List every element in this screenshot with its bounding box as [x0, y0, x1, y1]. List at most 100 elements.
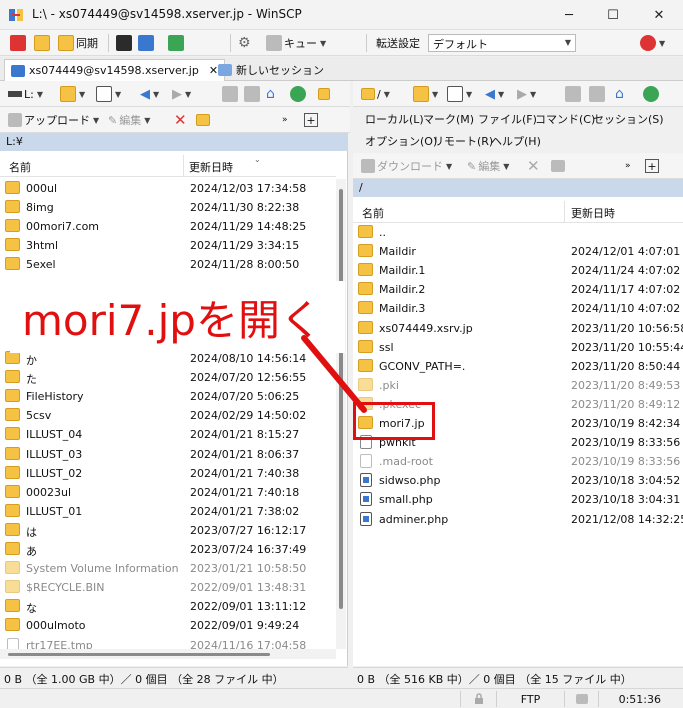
- list-item[interactable]: ILLUST_02 2024/01/21 7:40:38: [0, 464, 336, 483]
- maximize-button[interactable]: ☐: [591, 0, 635, 30]
- list-item[interactable]: $RECYCLE.BIN 2022/09/01 13:48:31: [0, 578, 336, 597]
- right-more-button[interactable]: »: [625, 157, 631, 175]
- list-item[interactable]: ILLUST_03 2024/01/21 8:06:37: [0, 445, 336, 464]
- file-modified: 2023/10/18 3:04:52: [571, 474, 681, 488]
- list-item[interactable]: は 2023/07/27 16:12:17: [0, 521, 336, 540]
- right-home-button[interactable]: ⌂: [615, 85, 624, 103]
- list-item[interactable]: 5exel 2024/11/28 8:00:50: [0, 255, 336, 274]
- left-root-dir-button[interactable]: [244, 85, 260, 103]
- right-delete-button[interactable]: ✕: [527, 157, 540, 175]
- list-item[interactable]: 000ul 2024/12/03 17:34:58: [0, 179, 336, 198]
- list-item[interactable]: GCONV_PATH=. 2023/11/20 8:50:44: [353, 357, 683, 376]
- list-item[interactable]: た 2024/07/20 12:56:55: [0, 368, 336, 387]
- left-hscroll-thumb[interactable]: [8, 653, 270, 656]
- sync-browse-button[interactable]: [34, 34, 50, 52]
- list-item[interactable]: あ 2023/07/24 16:37:49: [0, 540, 336, 559]
- left-open-folder-button[interactable]: ▼: [60, 85, 85, 103]
- list-item[interactable]: FileHistory 2024/07/20 5:06:25: [0, 387, 336, 406]
- close-button[interactable]: ✕: [637, 0, 681, 30]
- right-root-dir-button[interactable]: [589, 85, 605, 103]
- folder-icon: [5, 465, 20, 479]
- list-item[interactable]: な 2022/09/01 13:11:12: [0, 597, 336, 616]
- site-manager-button[interactable]: [168, 34, 184, 52]
- tab-session[interactable]: xs074449@sv14598.xserver.jp ✕: [4, 59, 226, 81]
- putty-button[interactable]: [138, 34, 154, 52]
- right-new-button[interactable]: +: [645, 157, 659, 175]
- left-filter-button[interactable]: ▼: [96, 85, 121, 103]
- list-item[interactable]: 5csv 2024/02/29 14:50:02: [0, 406, 336, 425]
- list-item[interactable]: adminer.php 2021/12/08 14:32:25: [353, 510, 683, 529]
- left-col-name[interactable]: 名前: [9, 159, 31, 175]
- left-rename-button[interactable]: [196, 111, 210, 129]
- minimize-button[interactable]: ─: [547, 0, 591, 30]
- transfer-preset-select[interactable]: デフォルト ▼: [428, 34, 576, 52]
- left-edit-button[interactable]: ✎ 編集 ▼: [108, 111, 150, 129]
- right-back-button[interactable]: ◀ ▼: [485, 85, 504, 103]
- file-modified: 2024/01/21 7:40:18: [190, 485, 300, 499]
- left-hscroll[interactable]: [0, 649, 336, 659]
- list-item[interactable]: sidwso.php 2023/10/18 3:04:52: [353, 471, 683, 490]
- left-back-button[interactable]: ◀ ▼: [140, 85, 159, 103]
- left-refresh-button[interactable]: [290, 85, 306, 103]
- list-item[interactable]: 8img 2024/11/30 8:22:38: [0, 198, 336, 217]
- left-tree-button[interactable]: [318, 85, 330, 103]
- list-item[interactable]: 3html 2024/11/29 3:34:15: [0, 236, 336, 255]
- download-button[interactable]: ダウンロード ▼: [361, 157, 452, 175]
- tab-new-session-label: 新しいセッション: [236, 64, 324, 77]
- menu-file[interactable]: ファイル(F): [478, 111, 537, 127]
- list-item[interactable]: Maildir 2024/12/01 4:07:01: [353, 242, 683, 261]
- left-parent-dir-button[interactable]: [222, 85, 238, 103]
- right-filter-button[interactable]: ▼: [447, 85, 472, 103]
- right-refresh-button[interactable]: [643, 85, 659, 103]
- right-edit-button[interactable]: ✎ 編集 ▼: [467, 157, 509, 175]
- list-item[interactable]: small.php 2023/10/18 3:04:31: [353, 490, 683, 509]
- list-item[interactable]: 000ulmoto 2022/09/01 9:49:24: [0, 616, 336, 635]
- right-parent-dir-button[interactable]: [565, 85, 581, 103]
- list-item[interactable]: System Volume Information 2023/01/21 10:5…: [0, 559, 336, 578]
- list-item[interactable]: ILLUST_04 2024/01/21 8:15:27: [0, 425, 336, 444]
- right-col-modified[interactable]: 更新日時: [571, 205, 615, 221]
- synchronize-button[interactable]: 同期: [58, 34, 98, 52]
- list-item[interactable]: Maildir.3 2024/11/10 4:07:02: [353, 299, 683, 318]
- right-forward-button[interactable]: ▶ ▼: [517, 85, 536, 103]
- list-item[interactable]: .mad-root 2023/10/19 8:33:56: [353, 452, 683, 471]
- menu-options[interactable]: オプション(O): [365, 133, 437, 149]
- list-item[interactable]: Maildir.2 2024/11/17 4:07:02: [353, 280, 683, 299]
- download-icon: [361, 159, 375, 173]
- list-item[interactable]: 00mori7.com 2024/11/29 14:48:25: [0, 217, 336, 236]
- left-col-modified[interactable]: 更新日時: [189, 159, 233, 175]
- menu-help[interactable]: ヘルプ(H): [491, 133, 541, 149]
- list-item[interactable]: rtr17EE.tmp 2024/11/16 17:04:58: [0, 636, 336, 649]
- menu-command[interactable]: コマンド(C): [535, 111, 595, 127]
- upload-button[interactable]: アップロード ▼: [8, 111, 99, 129]
- list-item[interactable]: Maildir.1 2024/11/24 4:07:02: [353, 261, 683, 280]
- file-name: GCONV_PATH=.: [379, 359, 466, 373]
- menu-session[interactable]: セッション(S): [593, 111, 664, 127]
- left-drive-select[interactable]: L: ▼: [8, 85, 43, 103]
- left-new-button[interactable]: +: [304, 111, 318, 129]
- right-col-name[interactable]: 名前: [362, 205, 384, 221]
- menu-local[interactable]: ローカル(L): [365, 111, 424, 127]
- menu-mark[interactable]: マーク(M): [423, 111, 474, 127]
- list-item[interactable]: ..: [353, 223, 683, 242]
- global-sync-button[interactable]: ▼: [640, 34, 665, 52]
- filter-icon: [96, 86, 112, 102]
- left-forward-button[interactable]: ▶ ▼: [172, 85, 191, 103]
- list-item[interactable]: ILLUST_01 2024/01/21 7:38:02: [0, 502, 336, 521]
- right-rename-button[interactable]: [551, 157, 565, 175]
- left-more-button[interactable]: »: [282, 111, 288, 129]
- right-open-folder-button[interactable]: ▼: [413, 85, 438, 103]
- left-delete-button[interactable]: ✕: [174, 111, 187, 129]
- list-item[interactable]: 00023ul 2024/01/21 7:40:18: [0, 483, 336, 502]
- preferences-button[interactable]: ⚙: [238, 34, 251, 52]
- menu-remote[interactable]: リモート(R): [433, 133, 493, 149]
- compare-dirs-button[interactable]: [10, 34, 26, 52]
- right-path-select[interactable]: / ▼: [361, 85, 390, 103]
- list-item[interactable]: ssl 2023/11/20 10:55:44: [353, 338, 683, 357]
- list-item[interactable]: xs074449.xsrv.jp 2023/11/20 10:56:58: [353, 319, 683, 338]
- tab-new-session[interactable]: 新しいセッション: [212, 59, 330, 81]
- queue-button[interactable]: キュー ▼: [266, 34, 326, 52]
- left-home-button[interactable]: ⌂: [266, 85, 275, 103]
- list-item[interactable]: .pki 2023/11/20 8:49:53: [353, 376, 683, 395]
- console-button[interactable]: [116, 34, 132, 52]
